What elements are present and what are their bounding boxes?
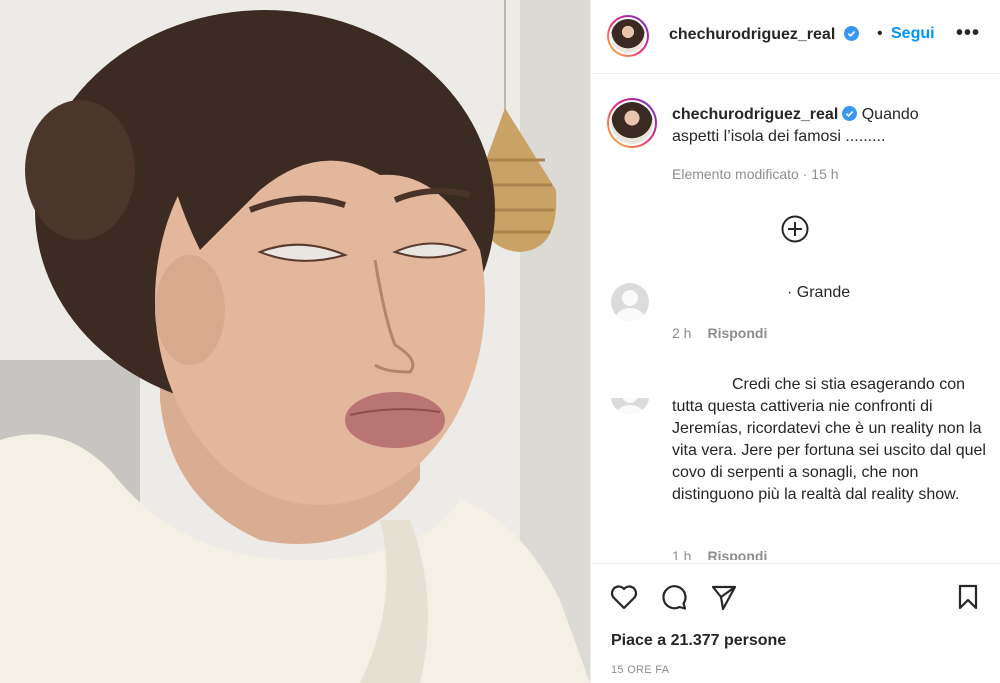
comment-time: 1 h [672,548,692,560]
comment-time: 2 h [672,325,692,341]
separator-dot: • [877,25,883,42]
verified-badge-icon [843,26,859,41]
paper-plane-icon[interactable] [709,582,739,612]
post-caption: chechurodriguez_real Quando aspetti l’is… [672,104,972,148]
post-actions: Piace a 21.377 persone 15 ORE FA [591,563,1000,683]
comment-meta: 2 h Rispondi [672,325,767,341]
add-circle-icon[interactable] [781,215,809,243]
author-username-text[interactable]: chechurodriguez_real [669,26,835,43]
post-photo[interactable] [0,0,590,683]
likes-count[interactable]: Piace a 21.377 persone [611,632,786,650]
heart-icon[interactable] [609,582,639,612]
caption-author-avatar[interactable] [607,98,657,148]
bookmark-icon[interactable] [953,582,983,612]
post-timestamp: 15 ORE FA [611,664,670,676]
caption-username[interactable]: chechurodriguez_real [672,106,838,123]
comment-icon[interactable] [659,582,689,612]
comment-text: · Grande [787,284,851,301]
comment-text-content: Credi che si stia esagerando con tutta q… [672,376,986,503]
author-username[interactable]: chechurodriguez_real [669,26,859,44]
edited-label: Elemento modificato · 15 h [672,166,839,182]
woman-selfie-image [0,0,590,683]
caption-text-line2: aspetti l’isola dei famosi ......... [672,128,886,145]
author-avatar[interactable] [607,15,649,57]
verified-badge-icon [842,106,858,121]
comment-text: Credi che si stia esagerando con tutta q… [672,374,992,506]
follow-button[interactable]: Segui [891,25,935,43]
comment-avatar[interactable] [611,283,649,321]
reply-button[interactable]: Rispondi [707,325,767,341]
comment-avatar[interactable] [611,398,649,414]
reply-button[interactable]: Rispondi [707,548,767,560]
caption-text-line1: Quando [861,106,919,123]
post-sidebar: chechurodriguez_real • Segui ••• chechur… [590,0,1000,683]
post-header: chechurodriguez_real • Segui ••• [591,0,1000,74]
comment-meta: 1 h Rispondi [672,548,767,560]
more-options-icon[interactable]: ••• [956,22,980,45]
